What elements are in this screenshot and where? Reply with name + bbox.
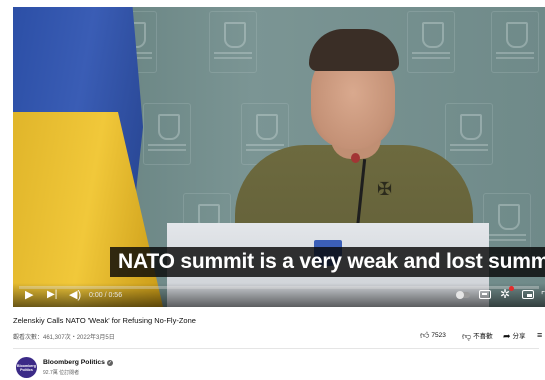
dislike-label: 不喜歡 bbox=[473, 333, 493, 340]
save-button[interactable]: ≡ bbox=[537, 330, 544, 340]
autoplay-toggle-icon[interactable] bbox=[456, 291, 470, 299]
video-player[interactable]: ✠ NATO summit is a very weak and lost su… bbox=[13, 7, 545, 307]
wall-emblem bbox=[483, 193, 531, 255]
hd-badge bbox=[509, 286, 514, 291]
channel-name-text: Bloomberg Politics bbox=[43, 359, 105, 366]
time-display: 0:00 / 0:56 bbox=[89, 292, 123, 299]
like-button[interactable]: 👍︎ 7523 bbox=[420, 330, 446, 341]
channel-name[interactable]: Bloomberg Politics ✓ bbox=[43, 359, 113, 366]
play-icon[interactable]: ▶ bbox=[25, 288, 33, 302]
share-icon: ➦ bbox=[503, 331, 511, 341]
wall-emblem bbox=[407, 11, 455, 73]
subtitles-icon[interactable] bbox=[479, 290, 491, 299]
cross-emblem-icon: ✠ bbox=[377, 179, 393, 199]
avatar[interactable]: Bloomberg Politics bbox=[16, 357, 37, 378]
wall-emblem bbox=[445, 103, 493, 165]
add-to-playlist-icon: ≡ bbox=[537, 330, 543, 340]
speaker-hair bbox=[309, 29, 399, 71]
share-button[interactable]: ➦ 分享 bbox=[503, 330, 526, 342]
wall-emblem bbox=[491, 11, 539, 73]
video-title: Zelenskiy Calls NATO 'Weak' for Refusing… bbox=[13, 316, 196, 325]
subscriber-count: 92.7萬 位訂閱者 bbox=[43, 370, 80, 376]
thumbs-down-icon: 👎︎ bbox=[462, 331, 472, 341]
action-bar: 👍︎ 7523 👎︎ 不喜歡 ➦ 分享 ≡ bbox=[420, 330, 545, 342]
video-meta: 觀看次數：461,307次・2022年3月5日 bbox=[13, 335, 115, 341]
dislike-button[interactable]: 👎︎ 不喜歡 bbox=[462, 330, 493, 342]
verified-icon: ✓ bbox=[106, 360, 113, 366]
share-label: 分享 bbox=[512, 333, 526, 340]
volume-icon[interactable]: ◀) bbox=[69, 288, 81, 302]
fullscreen-icon[interactable]: ⌜ bbox=[541, 288, 545, 302]
microphone-icon bbox=[351, 153, 360, 163]
thumbs-up-icon: 👍︎ bbox=[420, 330, 430, 340]
miniplayer-icon[interactable] bbox=[522, 290, 534, 299]
player-controls: ▶ ▶| ◀) 0:00 / 0:56 ✲ ⌜ bbox=[13, 283, 545, 307]
subtitle-caption: NATO summit is a very weak and lost summ… bbox=[110, 247, 545, 277]
wall-emblem bbox=[143, 103, 191, 165]
divider bbox=[13, 348, 539, 349]
next-icon[interactable]: ▶| bbox=[47, 288, 57, 302]
wall-emblem bbox=[209, 11, 257, 73]
like-count: 7523 bbox=[431, 332, 446, 339]
